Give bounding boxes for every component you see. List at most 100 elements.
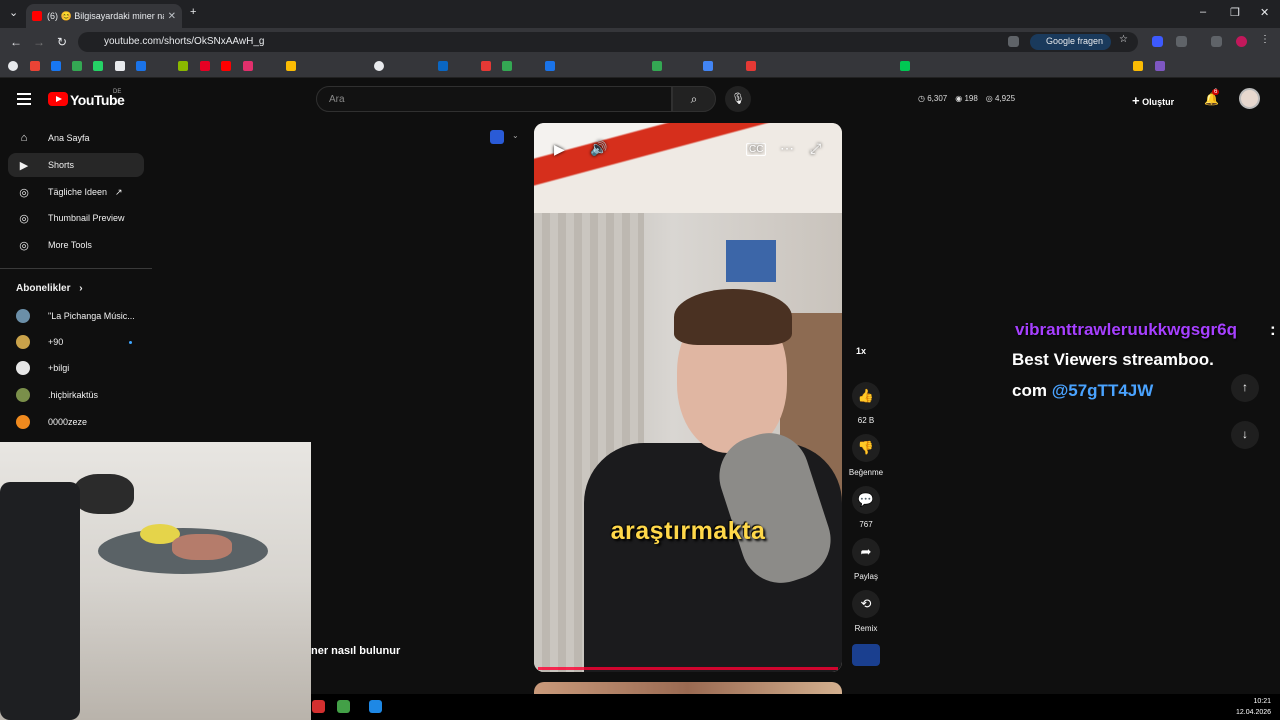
- bookmark-keep-icon[interactable]: [286, 61, 296, 71]
- subscription-item[interactable]: .hiçbirkaktüs: [16, 388, 98, 402]
- profile-icon[interactable]: [1236, 36, 1247, 47]
- comments-button[interactable]: 💬 767: [848, 486, 884, 529]
- chat-mention: @57gTT4JW: [1051, 381, 1154, 400]
- address-bar[interactable]: youtube.com/shorts/OkSNxAAwH_g: [78, 32, 1138, 52]
- extensions-puzzle-icon[interactable]: [1176, 36, 1187, 47]
- bookmark-google-icon[interactable]: [8, 61, 18, 71]
- restore-icon[interactable]: ❐: [1230, 6, 1240, 19]
- subscription-item[interactable]: 0000zeze: [16, 415, 87, 429]
- sidebar-item-more-tools[interactable]: ◎ More Tools: [8, 233, 144, 257]
- bookmark-docs-icon[interactable]: [545, 61, 555, 71]
- new-tab-icon[interactable]: +: [190, 6, 196, 18]
- close-tab-icon[interactable]: ✕: [168, 11, 176, 22]
- captions-icon[interactable]: CC: [746, 143, 767, 156]
- google-fragen-button[interactable]: Google fragen: [1030, 34, 1112, 50]
- shorts-video-player[interactable]: araştırmakta ▶ 🔊 CC ⋯ ⤢: [534, 123, 842, 672]
- voice-search-button[interactable]: 🎙: [725, 86, 751, 112]
- browser-tab[interactable]: (6) 😊 Bilgisayardaki miner nası ✕: [26, 4, 182, 28]
- taskbar-clock[interactable]: 10:21 12.04.2026: [1236, 696, 1271, 718]
- youtube-logo-icon[interactable]: [48, 92, 68, 106]
- chat-username: vibranttrawleruukkwgsgr6q: [1015, 320, 1238, 339]
- dislike-label: Beğenme: [848, 468, 884, 477]
- next-short-button[interactable]: ↓: [1231, 421, 1259, 449]
- bookmark-ext-icon[interactable]: [178, 61, 188, 71]
- back-icon[interactable]: ←: [10, 35, 22, 49]
- bookmark-ext3-icon[interactable]: [652, 61, 662, 71]
- sidebar-item-thumbnail-preview[interactable]: ◎ Thumbnail Preview: [8, 206, 144, 230]
- minimize-icon[interactable]: –: [1200, 6, 1206, 18]
- channel-thumbnail[interactable]: [852, 644, 880, 666]
- sidebar-item-home[interactable]: ⌂ Ana Sayfa: [8, 126, 144, 150]
- subscription-item[interactable]: +bilgi: [16, 361, 69, 375]
- bookmark-chrome-icon[interactable]: [374, 61, 384, 71]
- bookmark-facebook-icon[interactable]: [51, 61, 61, 71]
- share-button[interactable]: ➦ Paylaş: [848, 538, 884, 581]
- channel-avatar: [16, 388, 30, 402]
- bookmark-sheets-icon[interactable]: [502, 61, 512, 71]
- bookmark-instagram-icon[interactable]: [243, 61, 253, 71]
- fullscreen-icon[interactable]: ⤢: [810, 140, 821, 157]
- create-button[interactable]: + Oluştur: [1132, 93, 1174, 108]
- taskbar-maps-icon[interactable]: [337, 700, 350, 713]
- sidebar-item-shorts[interactable]: ▶ Shorts: [8, 153, 144, 177]
- previous-short-button[interactable]: ↑: [1231, 374, 1259, 402]
- bookmark-ext2-icon[interactable]: [481, 61, 491, 71]
- bookmark-youtube-icon[interactable]: [221, 61, 231, 71]
- forward-icon[interactable]: →: [33, 35, 45, 49]
- search-button[interactable]: ⌕: [672, 86, 716, 112]
- like-count: 62 B: [857, 416, 875, 425]
- search-input[interactable]: Ara: [316, 86, 672, 112]
- reload-icon[interactable]: ↻: [57, 35, 67, 49]
- video-blue-box: [726, 240, 776, 282]
- subscription-label: +90: [48, 337, 64, 347]
- bookmark-pinterest-icon[interactable]: [200, 61, 210, 71]
- account-avatar[interactable]: [1239, 88, 1260, 109]
- reading-list-icon[interactable]: [1211, 36, 1222, 47]
- menu-kebab-icon[interactable]: ⋮: [1260, 34, 1271, 45]
- sidebar-item-tagliche-ideen[interactable]: ◎ Tägliche Ideen ↗: [8, 180, 144, 204]
- taskbar-app-icon[interactable]: [312, 700, 325, 713]
- stat-clock: ◷ 6,307: [918, 94, 948, 103]
- bookmark-drive-icon[interactable]: [72, 61, 82, 71]
- playback-speed-button[interactable]: 1x: [856, 346, 866, 356]
- bookmark-linkedin-icon[interactable]: [438, 61, 448, 71]
- chevron-down-icon[interactable]: ⌄: [512, 131, 519, 140]
- thumbs-up-icon: 👍: [852, 382, 880, 410]
- extension-icon: ◎: [19, 212, 29, 225]
- stat-views: ◉ 198: [955, 94, 978, 103]
- tab-search-icon[interactable]: ⌄: [9, 6, 18, 19]
- bookmark-translate-icon[interactable]: [136, 61, 146, 71]
- taskbar-explorer-icon[interactable]: [369, 700, 382, 713]
- create-label: Oluştur: [1142, 97, 1175, 107]
- bookmark-ext6-icon[interactable]: [900, 61, 910, 71]
- bookmark-whatsapp-icon[interactable]: [93, 61, 103, 71]
- subscription-item[interactable]: +90: [16, 335, 132, 349]
- bookmark-ext4-icon[interactable]: [703, 61, 713, 71]
- more-options-icon[interactable]: ⋯: [780, 140, 794, 157]
- bookmark-star-icon[interactable]: ☆: [1119, 34, 1130, 45]
- bookmark-x-icon[interactable]: [115, 61, 125, 71]
- youtube-favicon-icon: [32, 11, 42, 21]
- player-extension-icon[interactable]: [490, 130, 504, 144]
- extension-icon: ◎: [19, 186, 29, 199]
- remix-button[interactable]: ⟲ Remix: [848, 590, 884, 633]
- extension-icon[interactable]: [1152, 36, 1163, 47]
- sidebar-item-label: Thumbnail Preview: [48, 213, 125, 223]
- cast-icon[interactable]: [1008, 36, 1019, 47]
- subscription-item[interactable]: "La Pichanga Músic...: [16, 309, 135, 323]
- subscriptions-heading[interactable]: Abonelikler ›: [16, 283, 83, 294]
- video-progress-bar[interactable]: [538, 667, 838, 670]
- sidebar-item-label: Shorts: [48, 160, 75, 170]
- bookmark-gmail-icon[interactable]: [30, 61, 40, 71]
- subscription-label: .hiçbirkaktüs: [48, 390, 99, 400]
- bookmark-ext8-icon[interactable]: [1155, 61, 1165, 71]
- close-window-icon[interactable]: ✕: [1260, 6, 1269, 19]
- like-button[interactable]: 👍 62 B: [848, 382, 884, 425]
- video-title-fragment[interactable]: ner nasıl bulunur: [311, 645, 400, 657]
- bookmark-ext5-icon[interactable]: [746, 61, 756, 71]
- volume-icon[interactable]: 🔊: [590, 140, 607, 157]
- menu-hamburger-icon[interactable]: [17, 93, 31, 105]
- bookmark-ext7-icon[interactable]: [1133, 61, 1143, 71]
- dislike-button[interactable]: 👎 Beğenme: [848, 434, 884, 477]
- play-icon[interactable]: ▶: [554, 141, 565, 158]
